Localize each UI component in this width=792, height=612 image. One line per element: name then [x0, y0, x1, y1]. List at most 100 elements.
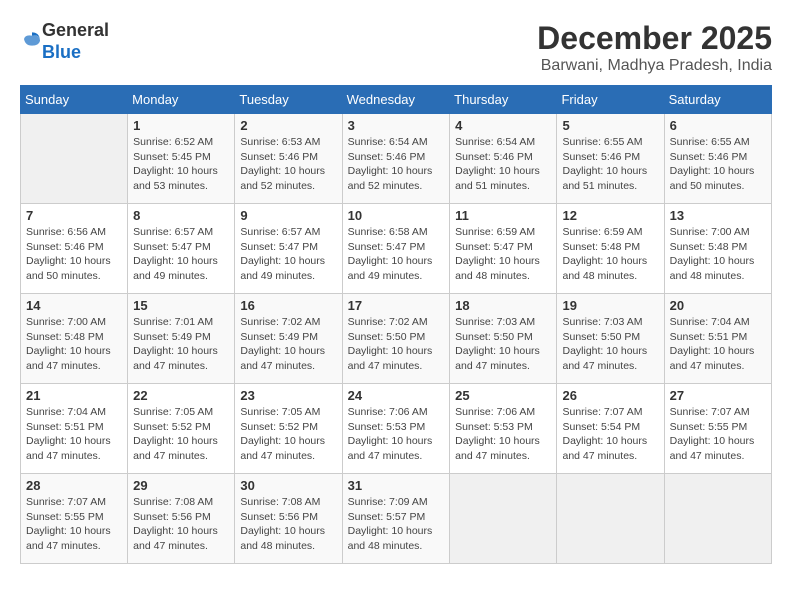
weekday-header: Tuesday [235, 86, 342, 114]
day-number: 10 [348, 208, 445, 223]
logo-general: General [42, 20, 109, 40]
day-detail: Sunrise: 6:59 AMSunset: 5:48 PMDaylight:… [562, 225, 658, 284]
calendar-table: SundayMondayTuesdayWednesdayThursdayFrid… [20, 85, 772, 564]
day-number: 8 [133, 208, 229, 223]
logo-blue: Blue [42, 42, 81, 62]
day-number: 22 [133, 388, 229, 403]
day-detail: Sunrise: 6:54 AMSunset: 5:46 PMDaylight:… [455, 135, 551, 194]
calendar-week-row: 21 Sunrise: 7:04 AMSunset: 5:51 PMDayligh… [21, 384, 772, 474]
day-detail: Sunrise: 7:05 AMSunset: 5:52 PMDaylight:… [133, 405, 229, 464]
calendar-cell: 21 Sunrise: 7:04 AMSunset: 5:51 PMDayligh… [21, 384, 128, 474]
day-detail: Sunrise: 7:00 AMSunset: 5:48 PMDaylight:… [670, 225, 766, 284]
calendar-cell [21, 114, 128, 204]
calendar-cell: 11 Sunrise: 6:59 AMSunset: 5:47 PMDayligh… [450, 204, 557, 294]
calendar-cell: 8 Sunrise: 6:57 AMSunset: 5:47 PMDaylight… [128, 204, 235, 294]
weekday-header: Friday [557, 86, 664, 114]
calendar-cell: 7 Sunrise: 6:56 AMSunset: 5:46 PMDaylight… [21, 204, 128, 294]
day-detail: Sunrise: 7:03 AMSunset: 5:50 PMDaylight:… [562, 315, 658, 374]
day-number: 18 [455, 298, 551, 313]
weekday-header: Sunday [21, 86, 128, 114]
day-number: 31 [348, 478, 445, 493]
day-detail: Sunrise: 6:54 AMSunset: 5:46 PMDaylight:… [348, 135, 445, 194]
day-detail: Sunrise: 7:07 AMSunset: 5:54 PMDaylight:… [562, 405, 658, 464]
month-title: December 2025 [537, 20, 772, 57]
day-detail: Sunrise: 6:52 AMSunset: 5:45 PMDaylight:… [133, 135, 229, 194]
calendar-cell: 24 Sunrise: 7:06 AMSunset: 5:53 PMDayligh… [342, 384, 450, 474]
day-number: 9 [240, 208, 336, 223]
calendar-cell: 9Sunrise: 6:57 AMSunset: 5:47 PMDaylight… [235, 204, 342, 294]
calendar-cell [450, 474, 557, 564]
day-detail: Sunrise: 7:05 AMSunset: 5:52 PMDaylight:… [240, 405, 336, 464]
page-header: General Blue December 2025 Barwani, Madh… [20, 20, 772, 75]
day-number: 23 [240, 388, 336, 403]
day-number: 19 [562, 298, 658, 313]
day-detail: Sunrise: 7:07 AMSunset: 5:55 PMDaylight:… [670, 405, 766, 464]
day-number: 4 [455, 118, 551, 133]
day-number: 5 [562, 118, 658, 133]
calendar-cell: 15Sunrise: 7:01 AMSunset: 5:49 PMDayligh… [128, 294, 235, 384]
day-detail: Sunrise: 7:00 AMSunset: 5:48 PMDaylight:… [26, 315, 122, 374]
day-number: 24 [348, 388, 445, 403]
calendar-week-row: 7 Sunrise: 6:56 AMSunset: 5:46 PMDaylight… [21, 204, 772, 294]
weekday-header: Wednesday [342, 86, 450, 114]
calendar-cell: 26Sunrise: 7:07 AMSunset: 5:54 PMDayligh… [557, 384, 664, 474]
day-detail: Sunrise: 6:56 AMSunset: 5:46 PMDaylight:… [26, 225, 122, 284]
weekday-header: Thursday [450, 86, 557, 114]
calendar-cell: 14 Sunrise: 7:00 AMSunset: 5:48 PMDayligh… [21, 294, 128, 384]
day-detail: Sunrise: 7:02 AMSunset: 5:50 PMDaylight:… [348, 315, 445, 374]
day-number: 30 [240, 478, 336, 493]
day-number: 1 [133, 118, 229, 133]
weekday-header: Monday [128, 86, 235, 114]
day-number: 27 [670, 388, 766, 403]
calendar-cell: 31 Sunrise: 7:09 AMSunset: 5:57 PMDayligh… [342, 474, 450, 564]
calendar-cell: 29 Sunrise: 7:08 AMSunset: 5:56 PMDayligh… [128, 474, 235, 564]
calendar-cell [557, 474, 664, 564]
day-detail: Sunrise: 7:03 AMSunset: 5:50 PMDaylight:… [455, 315, 551, 374]
day-number: 21 [26, 388, 122, 403]
logo-text: General Blue [42, 20, 109, 63]
day-detail: Sunrise: 6:53 AMSunset: 5:46 PMDaylight:… [240, 135, 336, 194]
day-detail: Sunrise: 7:04 AMSunset: 5:51 PMDaylight:… [670, 315, 766, 374]
day-number: 17 [348, 298, 445, 313]
calendar-cell: 2 Sunrise: 6:53 AMSunset: 5:46 PMDaylight… [235, 114, 342, 204]
day-number: 16 [240, 298, 336, 313]
day-number: 7 [26, 208, 122, 223]
day-number: 6 [670, 118, 766, 133]
calendar-cell: 5Sunrise: 6:55 AMSunset: 5:46 PMDaylight… [557, 114, 664, 204]
day-detail: Sunrise: 6:57 AMSunset: 5:47 PMDaylight:… [133, 225, 229, 284]
day-detail: Sunrise: 7:08 AMSunset: 5:56 PMDaylight:… [240, 495, 336, 554]
calendar-cell [664, 474, 771, 564]
calendar-cell: 4 Sunrise: 6:54 AMSunset: 5:46 PMDaylight… [450, 114, 557, 204]
location-subtitle: Barwani, Madhya Pradesh, India [537, 57, 772, 75]
calendar-cell: 1 Sunrise: 6:52 AMSunset: 5:45 PMDaylight… [128, 114, 235, 204]
day-number: 13 [670, 208, 766, 223]
calendar-cell: 25Sunrise: 7:06 AMSunset: 5:53 PMDayligh… [450, 384, 557, 474]
calendar-cell: 16Sunrise: 7:02 AMSunset: 5:49 PMDayligh… [235, 294, 342, 384]
day-detail: Sunrise: 7:08 AMSunset: 5:56 PMDaylight:… [133, 495, 229, 554]
calendar-cell: 30 Sunrise: 7:08 AMSunset: 5:56 PMDayligh… [235, 474, 342, 564]
day-number: 28 [26, 478, 122, 493]
day-number: 2 [240, 118, 336, 133]
day-detail: Sunrise: 6:59 AMSunset: 5:47 PMDaylight:… [455, 225, 551, 284]
title-area: December 2025 Barwani, Madhya Pradesh, I… [537, 20, 772, 75]
logo-icon [22, 29, 42, 49]
calendar-week-row: 1 Sunrise: 6:52 AMSunset: 5:45 PMDaylight… [21, 114, 772, 204]
day-number: 25 [455, 388, 551, 403]
calendar-cell: 17 Sunrise: 7:02 AMSunset: 5:50 PMDayligh… [342, 294, 450, 384]
calendar-cell: 27 Sunrise: 7:07 AMSunset: 5:55 PMDayligh… [664, 384, 771, 474]
day-detail: Sunrise: 7:09 AMSunset: 5:57 PMDaylight:… [348, 495, 445, 554]
day-detail: Sunrise: 7:04 AMSunset: 5:51 PMDaylight:… [26, 405, 122, 464]
calendar-cell: 6Sunrise: 6:55 AMSunset: 5:46 PMDaylight… [664, 114, 771, 204]
day-detail: Sunrise: 7:01 AMSunset: 5:49 PMDaylight:… [133, 315, 229, 374]
day-number: 11 [455, 208, 551, 223]
calendar-cell: 13 Sunrise: 7:00 AMSunset: 5:48 PMDayligh… [664, 204, 771, 294]
day-number: 14 [26, 298, 122, 313]
calendar-week-row: 28Sunrise: 7:07 AMSunset: 5:55 PMDayligh… [21, 474, 772, 564]
calendar-cell: 28Sunrise: 7:07 AMSunset: 5:55 PMDayligh… [21, 474, 128, 564]
day-detail: Sunrise: 7:06 AMSunset: 5:53 PMDaylight:… [348, 405, 445, 464]
calendar-cell: 20Sunrise: 7:04 AMSunset: 5:51 PMDayligh… [664, 294, 771, 384]
calendar-week-row: 14 Sunrise: 7:00 AMSunset: 5:48 PMDayligh… [21, 294, 772, 384]
day-number: 29 [133, 478, 229, 493]
header-row: SundayMondayTuesdayWednesdayThursdayFrid… [21, 86, 772, 114]
day-detail: Sunrise: 6:58 AMSunset: 5:47 PMDaylight:… [348, 225, 445, 284]
